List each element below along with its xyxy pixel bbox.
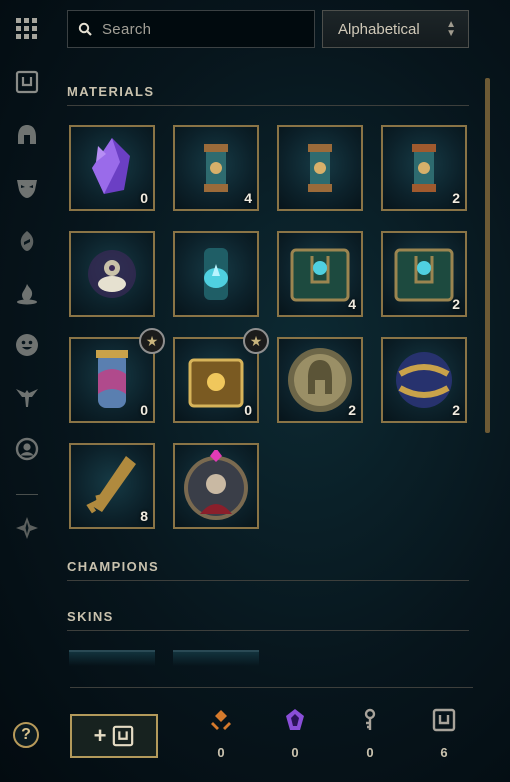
material-count: 0	[140, 402, 148, 418]
glowing-orb-icon	[88, 250, 136, 298]
blue-capsule-icon	[204, 248, 228, 300]
helmet-token-icon	[288, 348, 352, 412]
add-chest-button[interactable]: +	[70, 714, 158, 758]
material-tile-orb[interactable]: 2	[381, 337, 467, 423]
hextech-chest-icon	[394, 248, 454, 302]
currency-mythic-essence: 0	[275, 708, 315, 760]
prestige-capsule-icon	[96, 350, 128, 408]
material-tile-champion-portrait[interactable]	[173, 443, 259, 529]
sidebar: ?	[0, 0, 55, 782]
material-tile-capsule[interactable]: 2	[381, 125, 467, 211]
prestige-star-badge-icon: ★	[243, 328, 269, 354]
material-tile-glowing-orb[interactable]	[69, 231, 155, 317]
smiley-icon[interactable]	[14, 332, 40, 358]
material-count: 0	[140, 190, 148, 206]
sidebar-divider	[16, 494, 38, 495]
materials-heading: MATERIALS	[67, 84, 155, 99]
mask-icon[interactable]	[14, 175, 40, 201]
champions-heading: CHAMPIONS	[67, 559, 160, 574]
footer-divider	[70, 687, 473, 688]
skins-heading: SKINS	[67, 609, 114, 624]
sort-selected-label: Alphabetical	[338, 20, 420, 38]
profile-icon[interactable]	[14, 436, 40, 462]
currency-key: 0	[350, 708, 390, 760]
search-input[interactable]: Search	[67, 10, 315, 48]
material-tile-blue-capsule[interactable]	[173, 231, 259, 317]
fire-icon[interactable]	[14, 281, 40, 307]
ward-icon[interactable]	[14, 228, 40, 254]
search-icon	[78, 22, 92, 36]
material-tile-capsule[interactable]	[277, 125, 363, 211]
chevron-updown-icon: ▲ ▼	[446, 19, 456, 39]
add-button-label: +	[93, 723, 107, 748]
material-tile-capsule[interactable]: 4	[173, 125, 259, 211]
chest-icon	[432, 708, 456, 732]
orb-icon	[396, 352, 452, 408]
prestige-star-badge-icon: ★	[139, 328, 165, 354]
emblem-icon[interactable]	[14, 384, 40, 410]
material-count: 2	[452, 296, 460, 312]
champions-divider	[67, 580, 469, 581]
capsule-icon	[308, 144, 332, 192]
material-tile-hextech-chest[interactable]: 2	[381, 231, 467, 317]
material-count: 0	[244, 402, 252, 418]
loot-icon[interactable]	[14, 515, 40, 541]
material-tile-helmet-token[interactable]: 2	[277, 337, 363, 423]
sort-dropdown[interactable]: Alphabetical ▲ ▼	[322, 10, 469, 48]
material-count: 2	[452, 402, 460, 418]
currency-orange-essence: 0	[201, 708, 241, 760]
scrollbar-thumb[interactable]	[485, 78, 490, 433]
orange-essence-icon	[211, 710, 231, 730]
capsule-icon	[204, 144, 228, 192]
skins-divider	[67, 630, 469, 631]
material-tile-hextech-chest[interactable]: 4	[277, 231, 363, 317]
materials-divider	[67, 105, 469, 106]
currency-value: 0	[291, 745, 299, 760]
material-tile-mythic-essence[interactable]: 0	[69, 125, 155, 211]
material-count: 4	[244, 190, 252, 206]
currency-value: 6	[440, 745, 448, 760]
material-count: 4	[348, 296, 356, 312]
material-tile-key-fragment[interactable]: 8	[69, 443, 155, 529]
helmet-icon[interactable]	[14, 122, 40, 148]
material-count: 2	[452, 190, 460, 206]
material-count: 2	[348, 402, 356, 418]
search-placeholder: Search	[102, 20, 152, 38]
mythic-essence-icon	[286, 709, 304, 730]
currency-value: 0	[217, 745, 225, 760]
hextech-chest-icon	[290, 248, 350, 302]
skin-tile[interactable]	[173, 650, 259, 666]
chest-icon[interactable]	[14, 69, 40, 95]
grid-icon[interactable]	[14, 16, 40, 42]
mythic-essence-icon	[92, 138, 130, 194]
capsule-icon	[412, 144, 436, 192]
currency-value: 0	[366, 745, 374, 760]
help-button[interactable]: ?	[13, 722, 39, 748]
key-fragment-icon	[86, 456, 136, 514]
material-count: 8	[140, 508, 148, 524]
chest-icon	[113, 725, 134, 747]
champion-portrait-icon	[184, 450, 248, 520]
golden-chest-icon	[188, 358, 244, 408]
key-icon	[364, 708, 376, 730]
currency-chest: 6	[424, 708, 464, 760]
skin-tile[interactable]	[69, 650, 155, 666]
